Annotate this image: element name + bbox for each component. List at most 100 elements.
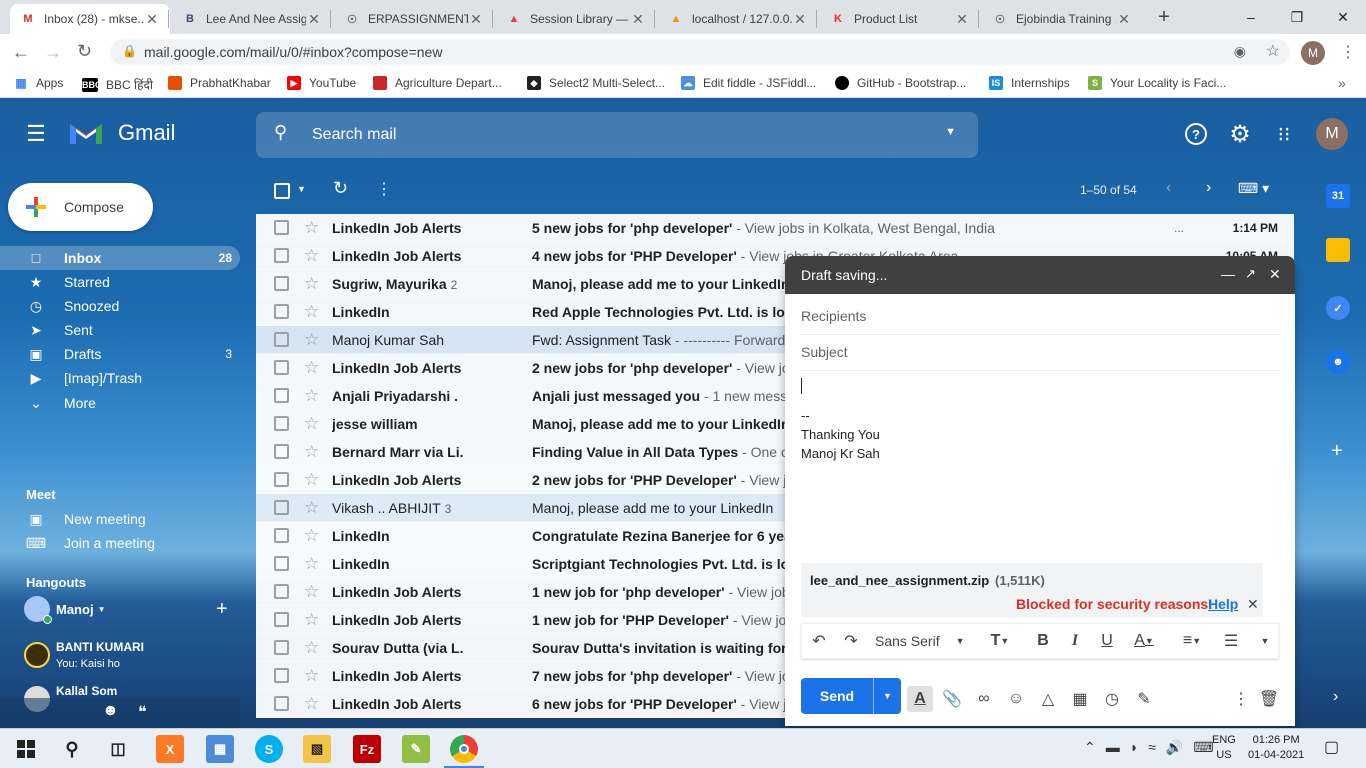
more-formatting-icon[interactable]: ▼ bbox=[1255, 628, 1275, 654]
account-avatar[interactable]: M bbox=[1316, 118, 1348, 150]
star-icon[interactable]: ☆ bbox=[304, 358, 319, 378]
italic-icon[interactable]: I bbox=[1063, 628, 1087, 654]
more-actions-icon[interactable]: ⋮ bbox=[376, 179, 392, 199]
hangouts-chat-icon[interactable]: ❝ bbox=[138, 702, 147, 722]
insert-photo-icon[interactable]: ▦ bbox=[1067, 686, 1093, 712]
font-size-icon[interactable]: T ▼ bbox=[983, 628, 1017, 654]
close-tab-icon[interactable]: ✕ bbox=[306, 11, 322, 28]
row-checkbox[interactable] bbox=[274, 584, 289, 599]
touch-keyboard-icon[interactable]: ⌨ bbox=[1193, 739, 1213, 756]
search-icon[interactable]: ⚲ bbox=[274, 122, 287, 143]
row-checkbox[interactable] bbox=[274, 472, 289, 487]
bold-icon[interactable]: B bbox=[1031, 628, 1055, 654]
sidebar-item-inbox[interactable]: □ Inbox 28 bbox=[0, 246, 240, 270]
rail-expand-icon[interactable]: › bbox=[1333, 688, 1338, 706]
bookmark-locality[interactable]: S Your Locality is Faci... bbox=[1088, 76, 1226, 90]
hangouts-user[interactable]: Manoj ▼ bbox=[24, 596, 105, 624]
star-icon[interactable]: ☆ bbox=[304, 386, 319, 406]
calendar-icon[interactable]: 31 bbox=[1326, 184, 1350, 208]
input-tools-icon[interactable]: ⌨ ▾ bbox=[1238, 180, 1269, 197]
next-page-icon[interactable]: › bbox=[1206, 179, 1211, 197]
close-compose-icon[interactable]: ✕ bbox=[1269, 266, 1281, 283]
close-tab-icon[interactable]: ✕ bbox=[144, 11, 160, 28]
get-addons-icon[interactable]: + bbox=[1331, 440, 1343, 463]
undo-icon[interactable]: ↶ bbox=[807, 628, 831, 654]
star-icon[interactable]: ☆ bbox=[304, 470, 319, 490]
row-checkbox[interactable] bbox=[274, 612, 289, 627]
bookmark-prabhatkhabar[interactable]: PrabhatKhabar bbox=[168, 76, 271, 90]
restore-icon[interactable]: ❐ bbox=[1274, 0, 1320, 34]
star-icon[interactable]: ☆ bbox=[304, 302, 319, 322]
email-row[interactable]: ☆ LinkedIn Job Alerts 5 new jobs for 'php … bbox=[256, 214, 1294, 242]
contacts-rail-icon[interactable]: ☻ bbox=[1326, 350, 1350, 374]
refresh-icon[interactable]: ↻ bbox=[333, 178, 348, 199]
chrome-icon[interactable] bbox=[450, 735, 478, 763]
row-checkbox[interactable] bbox=[274, 668, 289, 683]
browser-tab[interactable]: K Product List ✕ bbox=[820, 4, 980, 34]
xampp-icon[interactable]: X bbox=[156, 735, 184, 763]
forward-icon[interactable]: → bbox=[44, 42, 62, 63]
browser-tab[interactable]: M Inbox (28) - mkse... ✕ bbox=[10, 4, 170, 34]
close-tab-icon[interactable]: ✕ bbox=[630, 11, 646, 28]
settings-gear-icon[interactable]: ⚙ bbox=[1224, 118, 1256, 150]
clock[interactable]: 01:26 PM 01-04-2021 bbox=[1248, 733, 1304, 763]
browser-tab[interactable]: BLee And Nee Assig...✕ bbox=[172, 4, 332, 34]
discard-draft-icon[interactable]: 🗑 bbox=[1256, 686, 1282, 712]
calculator-icon[interactable]: ▦ bbox=[206, 735, 234, 763]
star-icon[interactable]: ☆ bbox=[304, 638, 319, 658]
battery-icon[interactable]: ▬ bbox=[1106, 739, 1120, 756]
volume-icon[interactable]: 🔊 bbox=[1166, 739, 1183, 756]
sidebar-item-imaptrash[interactable]: ▶ [Imap]/Trash bbox=[0, 366, 240, 390]
star-icon[interactable]: ☆ bbox=[304, 246, 319, 266]
select-dropdown-icon[interactable]: ▼ bbox=[297, 184, 306, 194]
back-icon[interactable]: ← bbox=[12, 42, 30, 63]
row-checkbox[interactable] bbox=[274, 360, 289, 375]
bookmark-bbc[interactable]: BBC BBC हिंदी bbox=[82, 76, 153, 93]
wifi-icon[interactable]: ≈ bbox=[1148, 739, 1156, 756]
attachment-chip[interactable]: lee_and_nee_assignment.zip (1,511K) Bloc… bbox=[801, 563, 1263, 617]
star-icon[interactable]: ☆ bbox=[304, 582, 319, 602]
star-icon[interactable]: ☆ bbox=[304, 526, 319, 546]
drive-icon[interactable]: △ bbox=[1035, 686, 1061, 712]
main-menu-icon[interactable]: ☰ bbox=[20, 118, 52, 150]
star-icon[interactable]: ☆ bbox=[304, 694, 319, 714]
sidebar-item-drafts[interactable]: ▣ Drafts 3 bbox=[0, 342, 240, 366]
star-icon[interactable]: ☆ bbox=[304, 666, 319, 686]
search-input[interactable]: ⚲ Search mail ▼ bbox=[256, 112, 978, 158]
sidebar-item-starred[interactable]: ★ Starred bbox=[0, 270, 240, 294]
bookmark-internships[interactable]: IS Internships bbox=[989, 76, 1070, 90]
prev-page-icon[interactable]: ‹ bbox=[1166, 179, 1171, 197]
send-button[interactable]: Send ▼ bbox=[801, 678, 901, 714]
language-indicator[interactable]: ENG US bbox=[1212, 733, 1236, 763]
close-tab-icon[interactable]: ✕ bbox=[1116, 11, 1132, 28]
row-checkbox[interactable] bbox=[274, 556, 289, 571]
row-checkbox[interactable] bbox=[274, 304, 289, 319]
browser-menu-icon[interactable]: ⋮ bbox=[1340, 42, 1356, 62]
sidebar-item-more[interactable]: ⌄ More bbox=[0, 391, 240, 415]
formatting-options-icon[interactable]: A bbox=[907, 686, 933, 712]
notifications-icon[interactable]: ▢ bbox=[1324, 737, 1339, 757]
task-view-icon[interactable]: ◫ bbox=[104, 735, 132, 763]
filezilla-icon[interactable]: Fz bbox=[353, 735, 381, 763]
bookmark-apps[interactable]: ▦ Apps bbox=[14, 76, 63, 90]
gmail-logo[interactable]: Gmail bbox=[68, 120, 175, 146]
reload-icon[interactable]: ↻ bbox=[77, 41, 92, 62]
close-tab-icon[interactable]: ✕ bbox=[792, 11, 808, 28]
star-icon[interactable]: ☆ bbox=[304, 498, 319, 518]
browser-tab[interactable]: ▲Session Library — ...✕ bbox=[496, 4, 656, 34]
close-tab-icon[interactable]: ✕ bbox=[954, 11, 970, 28]
star-icon[interactable]: ☆ bbox=[304, 610, 319, 630]
row-checkbox[interactable] bbox=[274, 332, 289, 347]
show-hidden-icons[interactable]: ⌃ bbox=[1084, 739, 1096, 756]
bookmark-jsfiddle[interactable]: ☁ Edit fiddle - JSFiddl... bbox=[681, 76, 816, 90]
emoji-icon[interactable]: ☺ bbox=[1003, 686, 1029, 712]
browser-tab[interactable]: ☉ Ejobindia Training ... ✕ bbox=[982, 4, 1142, 34]
row-checkbox[interactable] bbox=[274, 640, 289, 655]
row-checkbox[interactable] bbox=[274, 276, 289, 291]
row-checkbox[interactable] bbox=[274, 696, 289, 711]
help-link[interactable]: Help bbox=[1208, 596, 1238, 612]
notepad-plus-icon[interactable]: ✎ bbox=[402, 735, 430, 763]
star-icon[interactable]: ☆ bbox=[304, 274, 319, 294]
sidebar-item-snoozed[interactable]: ◷ Snoozed bbox=[0, 294, 240, 318]
subject-field[interactable]: Subject bbox=[801, 338, 1279, 371]
